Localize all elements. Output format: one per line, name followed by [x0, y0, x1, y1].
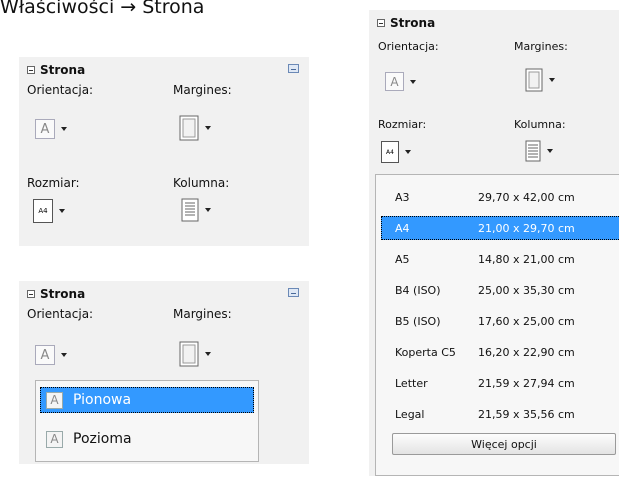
chevron-down-icon [61, 353, 67, 357]
panel-header[interactable]: Strona [27, 63, 85, 77]
option-label: Pozioma [73, 431, 132, 447]
orientation-button[interactable]: A [385, 72, 416, 91]
chevron-down-icon [410, 79, 416, 84]
column-label: Kolumna: [173, 176, 230, 190]
paper-size-option[interactable]: A3 29,70 x 42,00 cm [381, 185, 619, 209]
paper-size-option[interactable]: Legal 21,59 x 35,56 cm [381, 402, 619, 426]
margins-button[interactable] [525, 68, 555, 92]
paper-size-option[interactable]: A4 21,00 x 29,70 cm [381, 216, 619, 240]
panel-title: Strona [40, 63, 86, 77]
paper-size-option[interactable]: A5 14,80 x 21,00 cm [381, 247, 619, 271]
panel-header[interactable]: Strona [27, 287, 85, 301]
margins-icon [525, 68, 543, 92]
panel-title: Strona [390, 16, 436, 30]
size-label: Rozmiar: [27, 176, 80, 190]
option-label: Pionowa [73, 392, 132, 408]
margins-label: Margines: [173, 83, 232, 97]
chevron-down-icon [205, 208, 211, 212]
panel-options-icon[interactable] [288, 64, 299, 73]
chevron-down-icon [549, 78, 555, 82]
paper-size-icon: A4 [381, 141, 399, 163]
collapse-icon[interactable] [27, 290, 35, 298]
columns-icon [181, 198, 199, 222]
page-panel-1: Strona Orientacja: Margines: A Rozmiar: … [19, 57, 309, 246]
orientation-button[interactable]: A [35, 119, 67, 139]
margins-icon [179, 115, 199, 141]
paper-size-option[interactable]: B5 (ISO) 17,60 x 25,00 cm [381, 309, 619, 333]
chevron-down-icon [547, 149, 553, 153]
orientation-icon: A [35, 119, 55, 139]
chevron-down-icon [405, 150, 411, 154]
orientation-option-portrait[interactable]: A Pionowa [40, 387, 254, 413]
orientation-option-landscape[interactable]: A Pozioma [40, 426, 254, 452]
column-button[interactable] [181, 198, 211, 222]
orientation-label: Orientacja: [27, 83, 94, 97]
caption: Właściwości → Strona [0, 0, 205, 18]
chevron-down-icon [61, 127, 67, 131]
margins-label: Margines: [514, 40, 568, 53]
orientation-dropdown: A Pionowa A Pozioma [35, 380, 259, 462]
margins-icon [179, 341, 199, 367]
column-button[interactable] [525, 140, 553, 162]
chevron-down-icon [205, 352, 211, 356]
orientation-icon: A [385, 72, 404, 91]
collapse-icon[interactable] [377, 19, 385, 27]
collapse-icon[interactable] [27, 66, 35, 74]
margins-button[interactable] [179, 341, 211, 367]
panel-options-icon[interactable] [288, 288, 299, 297]
paper-size-option[interactable]: Letter 21,59 x 27,94 cm [381, 371, 619, 395]
page-panel-3: Strona Orientacja: Margines: A Rozmiar: … [369, 10, 619, 476]
panel-header[interactable]: Strona [377, 16, 435, 30]
size-label: Rozmiar: [378, 118, 427, 131]
size-button[interactable]: A4 [381, 141, 411, 163]
chevron-down-icon [205, 126, 211, 130]
size-button[interactable]: A4 [33, 199, 65, 223]
panel-title: Strona [40, 287, 86, 301]
page-panel-2: Strona Orientacja: Margines: A A Pionowa… [19, 281, 309, 464]
paper-size-icon: A4 [33, 199, 53, 223]
landscape-icon: A [46, 430, 63, 448]
orientation-button[interactable]: A [35, 345, 67, 365]
paper-size-option[interactable]: Koperta C5 16,20 x 22,90 cm [381, 340, 619, 364]
orientation-label: Orientacja: [378, 40, 439, 53]
chevron-down-icon [59, 209, 65, 213]
paper-size-dropdown: A3 29,70 x 42,00 cm A4 21,00 x 29,70 cm … [375, 174, 619, 476]
orientation-label: Orientacja: [27, 307, 94, 321]
margins-label: Margines: [173, 307, 232, 321]
column-label: Kolumna: [514, 118, 566, 131]
portrait-icon: A [46, 391, 63, 409]
paper-size-option[interactable]: B4 (ISO) 25,00 x 35,30 cm [381, 278, 619, 302]
more-options-button[interactable]: Więcej opcji [392, 433, 616, 455]
orientation-icon: A [35, 345, 55, 365]
columns-icon [525, 140, 541, 162]
margins-button[interactable] [179, 115, 211, 141]
